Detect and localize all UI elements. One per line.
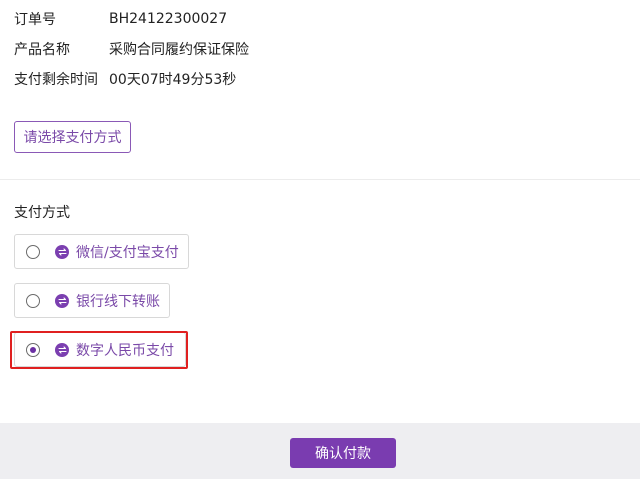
radio-selected-dot (30, 346, 36, 353)
product-name-label: 产品名称 (14, 42, 70, 58)
product-name-value: 采购合同履约保证保险 (109, 42, 249, 58)
payment-option-label: 数字人民币支付 (76, 342, 174, 359)
select-payment-method-button[interactable]: 请选择支付方式 (14, 121, 131, 153)
payment-option-digital-rmb[interactable]: 数字人民币支付 (14, 332, 186, 367)
payment-option-wechat-alipay[interactable]: 微信/支付宝支付 (14, 234, 189, 269)
payment-option-label: 微信/支付宝支付 (76, 244, 179, 261)
order-number-value: BH24122300027 (109, 11, 228, 27)
payment-page: 订单号 BH24122300027 产品名称 采购合同履约保证保险 支付剩余时间… (0, 0, 640, 479)
section-divider (0, 179, 640, 180)
payment-option-label: 银行线下转账 (76, 293, 160, 310)
payment-option-bank-transfer[interactable]: 银行线下转账 (14, 283, 170, 318)
remaining-time-row: 支付剩余时间 00天07时49分53秒 (14, 68, 236, 90)
remaining-time-value: 00天07时49分53秒 (109, 72, 237, 88)
transfer-icon (55, 293, 69, 308)
confirm-payment-button[interactable]: 确认付款 (290, 438, 396, 468)
order-number-label: 订单号 (14, 12, 56, 28)
order-number-row: 订单号 BH24122300027 (14, 8, 227, 30)
radio-button[interactable] (26, 244, 40, 259)
radio-button-selected[interactable] (26, 342, 40, 357)
transfer-icon (55, 244, 69, 259)
remaining-time-label: 支付剩余时间 (14, 72, 98, 88)
payment-section-title: 支付方式 (14, 205, 70, 221)
product-name-row: 产品名称 采购合同履约保证保险 (14, 38, 249, 60)
radio-button[interactable] (26, 293, 40, 308)
footer-bar: 确认付款 (0, 423, 640, 479)
transfer-icon (55, 342, 69, 357)
